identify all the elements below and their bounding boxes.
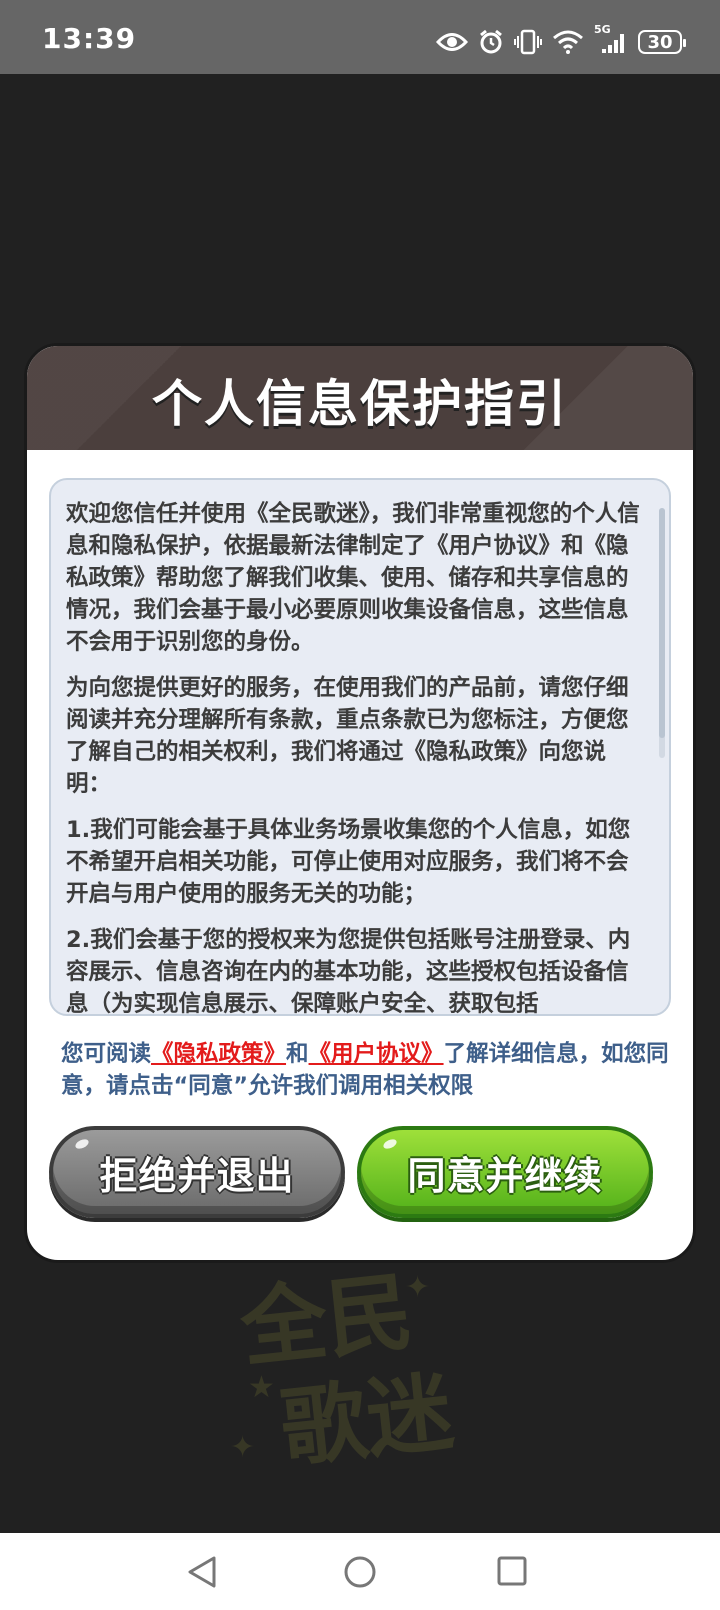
home-icon[interactable] (343, 1555, 377, 1593)
alarm-icon (478, 29, 504, 55)
back-icon[interactable] (186, 1555, 218, 1593)
reject-button-label: 拒绝并退出 (99, 1153, 295, 1198)
agree-continue-button[interactable]: 同意并继续 (357, 1126, 653, 1218)
policy-paragraph: 2.我们会基于您的授权来为您提供包括账号注册登录、内容展示、信息咨询在内的基本功… (66, 927, 631, 1014)
button-shine (381, 1137, 399, 1151)
status-time: 13:39 (42, 22, 137, 55)
dialog-title: 个人信息保护指引 (152, 375, 568, 433)
navigation-bar (0, 1533, 720, 1610)
dialog-header: 个人信息保护指引 (27, 346, 693, 450)
network-label: 5G (594, 23, 611, 36)
policy-paragraph: 1.我们可能会基于具体业务场景收集您的个人信息，如您不希望开启相关功能，可停止使… (66, 817, 631, 907)
notice-and: 和 (286, 1041, 309, 1067)
logo-text-line2: 歌迷 (276, 1361, 458, 1480)
policy-paragraph: 欢迎您信任并使用《全民歌迷》，我们非常重视您的个人信息和隐私保护，依据最新法律制… (66, 501, 640, 655)
recents-icon[interactable] (496, 1555, 528, 1591)
policy-paragraph: 为向您提供更好的服务，在使用我们的产品前，请您仔细阅读并充分理解所有条款，重点条… (66, 675, 629, 797)
battery-level: 30 (647, 31, 673, 53)
status-icons: 5G 30 (436, 23, 686, 60)
eye-icon (436, 31, 468, 53)
status-bar: 13:39 5G 30 (0, 0, 720, 74)
reject-exit-button[interactable]: 拒绝并退出 (49, 1126, 345, 1218)
battery-icon: 30 (638, 30, 686, 54)
policy-scroll-area[interactable]: 欢迎您信任并使用《全民歌迷》，我们非常重视您的个人信息和隐私保护，依据最新法律制… (51, 480, 669, 1014)
vibrate-icon (514, 29, 542, 55)
privacy-dialog: 个人信息保护指引 欢迎您信任并使用《全民歌迷》，我们非常重视您的个人信息和隐私保… (24, 343, 696, 1263)
consent-notice: 您可阅读《隐私政策》和《用户协议》了解详细信息，如您同意，请点击“同意”允许我们… (61, 1038, 671, 1102)
background-logo: ✦ 全民 ★ 歌迷 ✦ (210, 1250, 510, 1490)
policy-text-box[interactable]: 欢迎您信任并使用《全民歌迷》，我们非常重视您的个人信息和隐私保护，依据最新法律制… (49, 478, 671, 1016)
user-agreement-link[interactable]: 《用户协议》 (309, 1041, 444, 1067)
signal-icon: 5G (594, 23, 628, 55)
star-icon: ★ (248, 1370, 275, 1405)
wifi-icon (552, 30, 584, 54)
button-shine (73, 1137, 91, 1151)
privacy-policy-link[interactable]: 《隐私政策》 (151, 1041, 286, 1067)
notice-prefix: 您可阅读 (61, 1041, 152, 1067)
agree-button-label: 同意并继续 (407, 1153, 603, 1198)
scrollbar-thumb[interactable] (659, 508, 665, 738)
star-icon: ✦ (230, 1430, 256, 1465)
